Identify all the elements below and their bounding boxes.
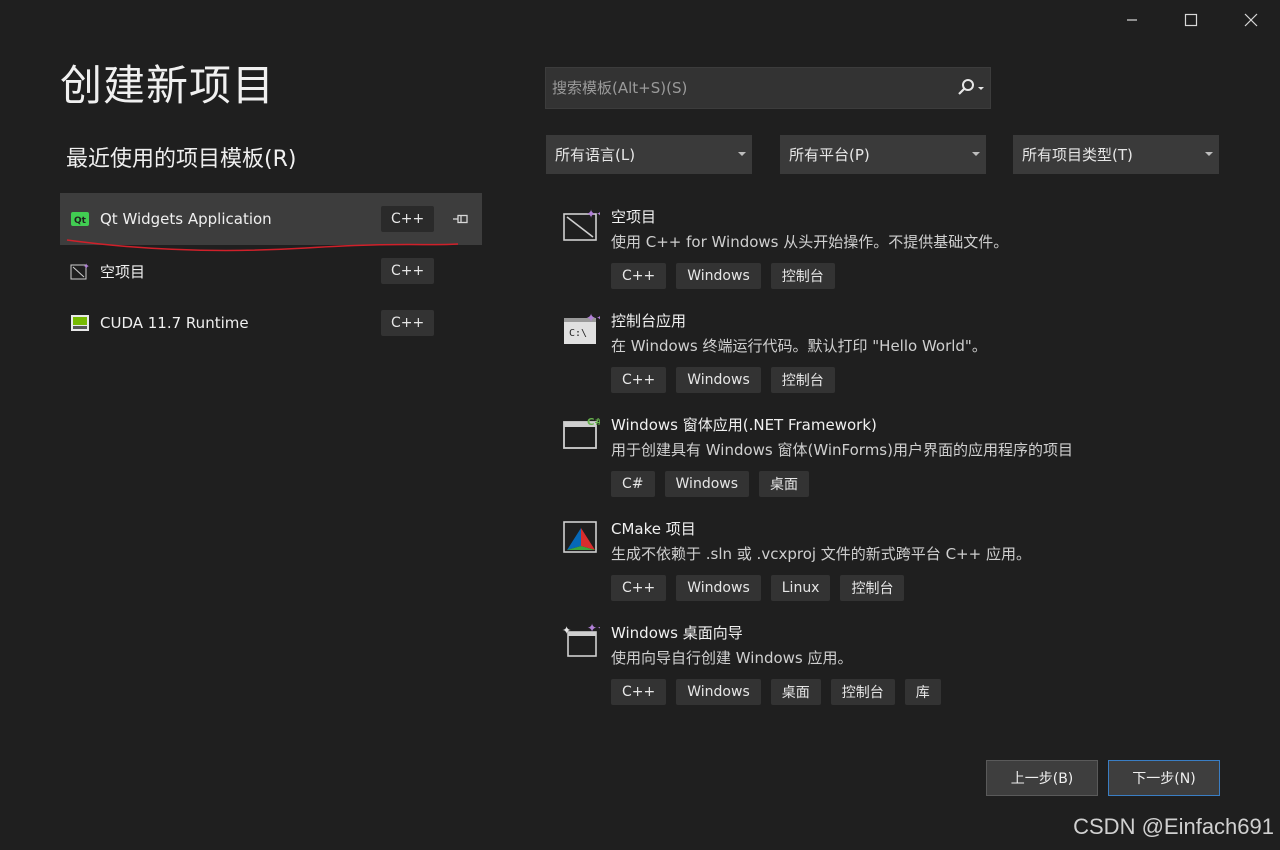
- desktop-wizard-icon: ✦ ✦✦: [562, 622, 600, 657]
- template-name: Windows 窗体应用(.NET Framework): [611, 416, 877, 434]
- annotation-underline: [66, 239, 459, 252]
- template-tags: C# Windows 桌面: [611, 471, 810, 497]
- maximize-button[interactable]: [1179, 8, 1203, 32]
- platform-filter-select[interactable]: 所有平台(P): [780, 135, 986, 174]
- recent-templates-list: Qt Qt Widgets Application C++ ✦ 空项目 C++ …: [60, 193, 482, 349]
- template-tags: C++ Windows 控制台: [611, 367, 835, 393]
- tag: C++: [611, 575, 667, 601]
- back-button[interactable]: 上一步(B): [986, 760, 1098, 796]
- template-name: 控制台应用: [611, 312, 687, 330]
- pin-icon[interactable]: [452, 211, 470, 225]
- svg-text:Qt: Qt: [74, 216, 87, 226]
- next-button[interactable]: 下一步(N): [1108, 760, 1220, 796]
- console-app-icon: C:\ ✦✦: [564, 311, 600, 344]
- recent-templates-heading: 最近使用的项目模板(R): [66, 147, 297, 172]
- tag: 桌面: [770, 679, 821, 705]
- search-icon[interactable]: [950, 68, 990, 108]
- cuda-icon: [70, 314, 90, 332]
- search-input[interactable]: [546, 68, 950, 108]
- tag: Windows: [676, 575, 761, 601]
- template-item-winforms[interactable]: C# Windows 窗体应用(.NET Framework) 用于创建具有 W…: [560, 408, 1240, 512]
- template-tags: C++ Windows 控制台: [611, 263, 835, 289]
- tag: Windows: [676, 679, 761, 705]
- language-tag: C++: [381, 206, 435, 232]
- template-item-empty-project[interactable]: ✦✦ 空项目 使用 C++ for Windows 从头开始操作。不提供基础文件…: [560, 200, 1240, 304]
- empty-project-icon: ✦✦: [563, 207, 600, 241]
- template-list: ✦✦ 空项目 使用 C++ for Windows 从头开始操作。不提供基础文件…: [560, 200, 1240, 736]
- recent-item-label: CUDA 11.7 Runtime: [100, 314, 249, 332]
- language-filter-select[interactable]: 所有语言(L): [546, 135, 752, 174]
- language-tag: C++: [381, 310, 435, 336]
- recent-item-label: Qt Widgets Application: [100, 210, 272, 228]
- language-tag: C++: [381, 258, 435, 284]
- template-item-desktop-wizard[interactable]: ✦ ✦✦ Windows 桌面向导 使用向导自行创建 Windows 应用。 C…: [560, 616, 1240, 720]
- language-filter-value: 所有语言(L): [555, 146, 636, 164]
- svg-text:C#: C#: [587, 417, 600, 428]
- empty-project-icon: ✦: [70, 262, 90, 280]
- maximize-icon: [1184, 13, 1198, 27]
- tag: C++: [611, 263, 667, 289]
- template-description: 使用向导自行创建 Windows 应用。: [611, 649, 853, 667]
- template-description: 使用 C++ for Windows 从头开始操作。不提供基础文件。: [611, 233, 1009, 251]
- tag: C++: [611, 367, 667, 393]
- template-description: 生成不依赖于 .sln 或 .vcxproj 文件的新式跨平台 C++ 应用。: [611, 545, 1031, 563]
- project-type-filter-select[interactable]: 所有项目类型(T): [1013, 135, 1219, 174]
- svg-text:✦✦: ✦✦: [586, 207, 600, 221]
- svg-text:✦✦: ✦✦: [587, 622, 600, 635]
- tag: Windows: [676, 367, 761, 393]
- tag: 控制台: [840, 575, 905, 601]
- recent-item-cuda-runtime[interactable]: CUDA 11.7 Runtime C++: [60, 297, 482, 349]
- close-icon: [1244, 13, 1258, 27]
- search-box: [545, 67, 991, 109]
- minimize-icon: [1127, 19, 1137, 21]
- platform-filter-value: 所有平台(P): [789, 146, 870, 164]
- template-name: CMake 项目: [611, 520, 696, 538]
- template-name: 空项目: [611, 208, 657, 226]
- tag: 控制台: [770, 367, 835, 393]
- winforms-icon: C#: [563, 417, 600, 449]
- template-tags: C++ Windows 桌面 控制台 库: [611, 679, 941, 705]
- tag: Windows: [664, 471, 750, 497]
- tag: C#: [611, 471, 655, 497]
- tag: 控制台: [770, 263, 835, 289]
- project-type-filter-value: 所有项目类型(T): [1022, 146, 1133, 164]
- watermark: CSDN @Einfach691: [1073, 814, 1274, 839]
- qt-icon: Qt: [70, 210, 90, 228]
- tag: 控制台: [830, 679, 895, 705]
- tag: 库: [904, 679, 941, 705]
- chevron-down-icon: [1205, 152, 1213, 156]
- template-name: Windows 桌面向导: [611, 624, 743, 642]
- template-tags: C++ Windows Linux 控制台: [611, 575, 905, 601]
- close-button[interactable]: [1239, 8, 1263, 32]
- tag: 桌面: [759, 471, 810, 497]
- recent-item-label: 空项目: [100, 262, 146, 281]
- page-title: 创建新项目: [60, 61, 276, 110]
- template-description: 用于创建具有 Windows 窗体(WinForms)用户界面的应用程序的项目: [611, 441, 1073, 459]
- template-description: 在 Windows 终端运行代码。默认打印 "Hello World"。: [611, 337, 987, 355]
- svg-text:C:\: C:\: [569, 328, 587, 339]
- template-item-console-app[interactable]: C:\ ✦✦ 控制台应用 在 Windows 终端运行代码。默认打印 "Hell…: [560, 304, 1240, 408]
- tag: Windows: [676, 263, 761, 289]
- tag: Linux: [770, 575, 831, 601]
- svg-text:✦: ✦: [83, 262, 90, 271]
- minimize-button[interactable]: [1120, 8, 1144, 32]
- svg-text:✦✦: ✦✦: [586, 311, 600, 325]
- tag: C++: [611, 679, 667, 705]
- template-item-cmake[interactable]: CMake 项目 生成不依赖于 .sln 或 .vcxproj 文件的新式跨平台…: [560, 512, 1240, 616]
- svg-text:✦: ✦: [562, 624, 571, 637]
- chevron-down-icon: [738, 152, 746, 156]
- cmake-icon: [563, 521, 597, 553]
- chevron-down-icon: [972, 152, 980, 156]
